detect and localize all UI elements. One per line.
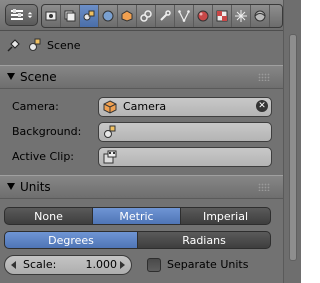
tab-modifiers[interactable] xyxy=(156,5,175,27)
unit-system-metric-button[interactable]: Metric xyxy=(92,207,181,225)
vertical-scrollbar[interactable] xyxy=(283,0,301,283)
scene-icon xyxy=(29,38,41,51)
tab-object[interactable] xyxy=(118,5,137,27)
units-panel-title: Units xyxy=(20,180,51,194)
scale-slider[interactable]: Scale: 1.000 xyxy=(4,255,132,275)
render-layers-icon xyxy=(64,10,76,22)
camera-field[interactable]: Camera ✕ xyxy=(98,97,272,117)
tab-physics[interactable] xyxy=(251,5,270,27)
separate-units-label: Separate Units xyxy=(167,258,249,271)
tab-world[interactable] xyxy=(99,5,118,27)
clear-camera-icon[interactable]: ✕ xyxy=(256,100,268,112)
tab-data[interactable] xyxy=(175,5,194,27)
tab-render[interactable] xyxy=(42,5,61,27)
collapse-triangle-icon[interactable] xyxy=(7,73,15,80)
modifiers-icon xyxy=(160,10,171,21)
context-scene-label: Scene xyxy=(47,39,81,52)
header-toolbar xyxy=(0,0,283,31)
properties-editor-icon xyxy=(11,9,23,20)
unit-system-imperial-button[interactable]: Imperial xyxy=(180,207,271,225)
chevron-updown-icon xyxy=(27,12,33,18)
tab-render-layers[interactable] xyxy=(61,5,80,27)
tab-constraints[interactable] xyxy=(137,5,156,27)
scene-panel-header[interactable]: Scene xyxy=(0,65,283,89)
context-tabs xyxy=(41,4,283,28)
active-clip-label: Active Clip: xyxy=(12,150,75,163)
data-icon xyxy=(178,10,190,22)
tab-particles[interactable] xyxy=(232,5,251,27)
tab-texture[interactable] xyxy=(213,5,232,27)
scene-panel-title: Scene xyxy=(20,70,57,84)
editor-type-selector[interactable] xyxy=(5,4,38,26)
properties-editor: Scene Scene Camera: Camera ✕ Background:… xyxy=(0,0,301,283)
background-label: Background: xyxy=(12,125,82,138)
camera-object-icon xyxy=(103,100,117,114)
texture-icon xyxy=(216,10,228,22)
context-path: Scene xyxy=(0,31,283,61)
collapse-triangle-icon[interactable] xyxy=(7,183,15,190)
drag-grip-icon[interactable] xyxy=(258,73,270,81)
particles-icon xyxy=(235,10,247,22)
increment-arrow-icon[interactable] xyxy=(120,261,125,269)
world-icon xyxy=(102,10,114,22)
camera-value: Camera xyxy=(123,100,167,113)
scale-value: 1.000 xyxy=(85,258,118,271)
constraints-icon xyxy=(140,10,152,22)
units-panel-header[interactable]: Units xyxy=(0,175,283,199)
render-icon xyxy=(45,11,57,21)
camera-label: Camera: xyxy=(12,100,59,113)
movie-clip-icon xyxy=(103,150,117,164)
physics-icon xyxy=(254,10,266,22)
object-icon xyxy=(121,10,133,22)
active-clip-field[interactable] xyxy=(98,147,272,167)
tab-material[interactable] xyxy=(194,5,213,27)
rotation-radians-button[interactable]: Radians xyxy=(137,231,271,249)
rotation-degrees-button[interactable]: Degrees xyxy=(4,231,138,249)
scale-label: Scale: xyxy=(23,258,57,271)
background-field[interactable] xyxy=(98,122,272,142)
pin-icon[interactable] xyxy=(6,39,20,53)
scene-icon xyxy=(104,125,116,138)
scrollbar-thumb[interactable] xyxy=(289,34,297,261)
unit-system-none-button[interactable]: None xyxy=(4,207,93,225)
scene-icon xyxy=(83,10,95,21)
material-icon xyxy=(197,10,209,22)
tab-scene[interactable] xyxy=(80,5,99,27)
drag-grip-icon[interactable] xyxy=(258,183,270,191)
decrement-arrow-icon[interactable] xyxy=(11,261,16,269)
separate-units-checkbox[interactable] xyxy=(147,258,161,272)
